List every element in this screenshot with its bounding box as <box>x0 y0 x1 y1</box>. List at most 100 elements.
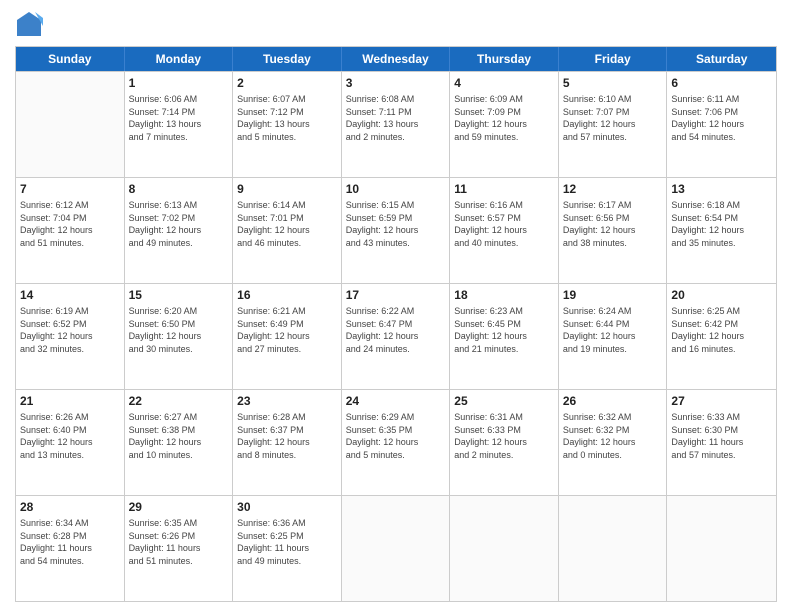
calendar-row-3: 21 Sunrise: 6:26 AMSunset: 6:40 PMDayligh… <box>16 389 776 495</box>
day-cell-15: 15 Sunrise: 6:20 AMSunset: 6:50 PMDayligh… <box>125 284 234 389</box>
day-cell-17: 17 Sunrise: 6:22 AMSunset: 6:47 PMDayligh… <box>342 284 451 389</box>
day-info-25: Sunrise: 6:31 AMSunset: 6:33 PMDaylight:… <box>454 411 554 461</box>
header <box>15 10 777 38</box>
day-cell-6: 6 Sunrise: 6:11 AMSunset: 7:06 PMDaylight… <box>667 72 776 177</box>
day-number-19: 19 <box>563 287 663 303</box>
day-info-23: Sunrise: 6:28 AMSunset: 6:37 PMDaylight:… <box>237 411 337 461</box>
day-cell-24: 24 Sunrise: 6:29 AMSunset: 6:35 PMDayligh… <box>342 390 451 495</box>
day-info-1: Sunrise: 6:06 AMSunset: 7:14 PMDaylight:… <box>129 93 229 143</box>
day-cell-2: 2 Sunrise: 6:07 AMSunset: 7:12 PMDaylight… <box>233 72 342 177</box>
day-number-11: 11 <box>454 181 554 197</box>
weekday-header-wednesday: Wednesday <box>342 47 451 71</box>
day-number-28: 28 <box>20 499 120 515</box>
day-cell-1: 1 Sunrise: 6:06 AMSunset: 7:14 PMDaylight… <box>125 72 234 177</box>
day-number-2: 2 <box>237 75 337 91</box>
calendar-row-0: 1 Sunrise: 6:06 AMSunset: 7:14 PMDaylight… <box>16 71 776 177</box>
day-cell-20: 20 Sunrise: 6:25 AMSunset: 6:42 PMDayligh… <box>667 284 776 389</box>
empty-cell <box>450 496 559 601</box>
day-cell-30: 30 Sunrise: 6:36 AMSunset: 6:25 PMDayligh… <box>233 496 342 601</box>
day-cell-27: 27Sunrise: 6:33 AMSunset: 6:30 PMDayligh… <box>667 390 776 495</box>
weekday-header-sunday: Sunday <box>16 47 125 71</box>
empty-cell <box>16 72 125 177</box>
day-info-29: Sunrise: 6:35 AMSunset: 6:26 PMDaylight:… <box>129 517 229 567</box>
day-info-24: Sunrise: 6:29 AMSunset: 6:35 PMDaylight:… <box>346 411 446 461</box>
day-info-2: Sunrise: 6:07 AMSunset: 7:12 PMDaylight:… <box>237 93 337 143</box>
logo <box>15 10 47 38</box>
day-number-10: 10 <box>346 181 446 197</box>
day-number-21: 21 <box>20 393 120 409</box>
day-cell-5: 5Sunrise: 6:10 AMSunset: 7:07 PMDaylight… <box>559 72 668 177</box>
day-number-9: 9 <box>237 181 337 197</box>
day-number-30: 30 <box>237 499 337 515</box>
calendar-row-1: 7Sunrise: 6:12 AMSunset: 7:04 PMDaylight… <box>16 177 776 283</box>
day-info-30: Sunrise: 6:36 AMSunset: 6:25 PMDaylight:… <box>237 517 337 567</box>
day-info-11: Sunrise: 6:16 AMSunset: 6:57 PMDaylight:… <box>454 199 554 249</box>
day-info-9: Sunrise: 6:14 AMSunset: 7:01 PMDaylight:… <box>237 199 337 249</box>
weekday-header-thursday: Thursday <box>450 47 559 71</box>
day-cell-16: 16 Sunrise: 6:21 AMSunset: 6:49 PMDayligh… <box>233 284 342 389</box>
day-number-14: 14 <box>20 287 120 303</box>
day-cell-9: 9 Sunrise: 6:14 AMSunset: 7:01 PMDaylight… <box>233 178 342 283</box>
calendar-row-2: 14 Sunrise: 6:19 AMSunset: 6:52 PMDayligh… <box>16 283 776 389</box>
weekday-header-friday: Friday <box>559 47 668 71</box>
calendar: SundayMondayTuesdayWednesdayThursdayFrid… <box>15 46 777 602</box>
day-number-26: 26 <box>563 393 663 409</box>
day-info-13: Sunrise: 6:18 AMSunset: 6:54 PMDaylight:… <box>671 199 772 249</box>
day-info-8: Sunrise: 6:13 AMSunset: 7:02 PMDaylight:… <box>129 199 229 249</box>
day-info-14: Sunrise: 6:19 AMSunset: 6:52 PMDaylight:… <box>20 305 120 355</box>
day-info-15: Sunrise: 6:20 AMSunset: 6:50 PMDaylight:… <box>129 305 229 355</box>
day-cell-29: 29 Sunrise: 6:35 AMSunset: 6:26 PMDayligh… <box>125 496 234 601</box>
day-number-22: 22 <box>129 393 229 409</box>
day-number-18: 18 <box>454 287 554 303</box>
day-cell-10: 10 Sunrise: 6:15 AMSunset: 6:59 PMDayligh… <box>342 178 451 283</box>
day-info-10: Sunrise: 6:15 AMSunset: 6:59 PMDaylight:… <box>346 199 446 249</box>
day-number-25: 25 <box>454 393 554 409</box>
day-info-7: Sunrise: 6:12 AMSunset: 7:04 PMDaylight:… <box>20 199 120 249</box>
day-info-6: Sunrise: 6:11 AMSunset: 7:06 PMDaylight:… <box>671 93 772 143</box>
page: SundayMondayTuesdayWednesdayThursdayFrid… <box>0 0 792 612</box>
day-cell-18: 18Sunrise: 6:23 AMSunset: 6:45 PMDayligh… <box>450 284 559 389</box>
day-cell-22: 22Sunrise: 6:27 AMSunset: 6:38 PMDayligh… <box>125 390 234 495</box>
day-number-29: 29 <box>129 499 229 515</box>
day-cell-14: 14 Sunrise: 6:19 AMSunset: 6:52 PMDayligh… <box>16 284 125 389</box>
day-info-21: Sunrise: 6:26 AMSunset: 6:40 PMDaylight:… <box>20 411 120 461</box>
day-cell-26: 26Sunrise: 6:32 AMSunset: 6:32 PMDayligh… <box>559 390 668 495</box>
day-cell-23: 23 Sunrise: 6:28 AMSunset: 6:37 PMDayligh… <box>233 390 342 495</box>
weekday-header-tuesday: Tuesday <box>233 47 342 71</box>
day-info-3: Sunrise: 6:08 AMSunset: 7:11 PMDaylight:… <box>346 93 446 143</box>
day-cell-28: 28 Sunrise: 6:34 AMSunset: 6:28 PMDayligh… <box>16 496 125 601</box>
day-cell-13: 13 Sunrise: 6:18 AMSunset: 6:54 PMDayligh… <box>667 178 776 283</box>
day-cell-8: 8 Sunrise: 6:13 AMSunset: 7:02 PMDaylight… <box>125 178 234 283</box>
day-number-1: 1 <box>129 75 229 91</box>
day-cell-3: 3 Sunrise: 6:08 AMSunset: 7:11 PMDaylight… <box>342 72 451 177</box>
day-info-27: Sunrise: 6:33 AMSunset: 6:30 PMDaylight:… <box>671 411 772 461</box>
weekday-header-saturday: Saturday <box>667 47 776 71</box>
day-cell-7: 7Sunrise: 6:12 AMSunset: 7:04 PMDaylight… <box>16 178 125 283</box>
day-number-23: 23 <box>237 393 337 409</box>
day-number-16: 16 <box>237 287 337 303</box>
day-info-28: Sunrise: 6:34 AMSunset: 6:28 PMDaylight:… <box>20 517 120 567</box>
day-number-17: 17 <box>346 287 446 303</box>
day-info-5: Sunrise: 6:10 AMSunset: 7:07 PMDaylight:… <box>563 93 663 143</box>
calendar-body: 1 Sunrise: 6:06 AMSunset: 7:14 PMDaylight… <box>16 71 776 601</box>
day-cell-4: 4 Sunrise: 6:09 AMSunset: 7:09 PMDaylight… <box>450 72 559 177</box>
day-number-3: 3 <box>346 75 446 91</box>
empty-cell <box>342 496 451 601</box>
logo-icon <box>15 10 43 38</box>
day-info-12: Sunrise: 6:17 AMSunset: 6:56 PMDaylight:… <box>563 199 663 249</box>
day-number-4: 4 <box>454 75 554 91</box>
day-cell-12: 12 Sunrise: 6:17 AMSunset: 6:56 PMDayligh… <box>559 178 668 283</box>
day-info-17: Sunrise: 6:22 AMSunset: 6:47 PMDaylight:… <box>346 305 446 355</box>
day-info-4: Sunrise: 6:09 AMSunset: 7:09 PMDaylight:… <box>454 93 554 143</box>
day-number-13: 13 <box>671 181 772 197</box>
day-number-15: 15 <box>129 287 229 303</box>
day-info-16: Sunrise: 6:21 AMSunset: 6:49 PMDaylight:… <box>237 305 337 355</box>
empty-cell <box>559 496 668 601</box>
day-info-20: Sunrise: 6:25 AMSunset: 6:42 PMDaylight:… <box>671 305 772 355</box>
day-number-20: 20 <box>671 287 772 303</box>
day-number-24: 24 <box>346 393 446 409</box>
empty-cell <box>667 496 776 601</box>
day-number-8: 8 <box>129 181 229 197</box>
day-number-12: 12 <box>563 181 663 197</box>
day-number-6: 6 <box>671 75 772 91</box>
